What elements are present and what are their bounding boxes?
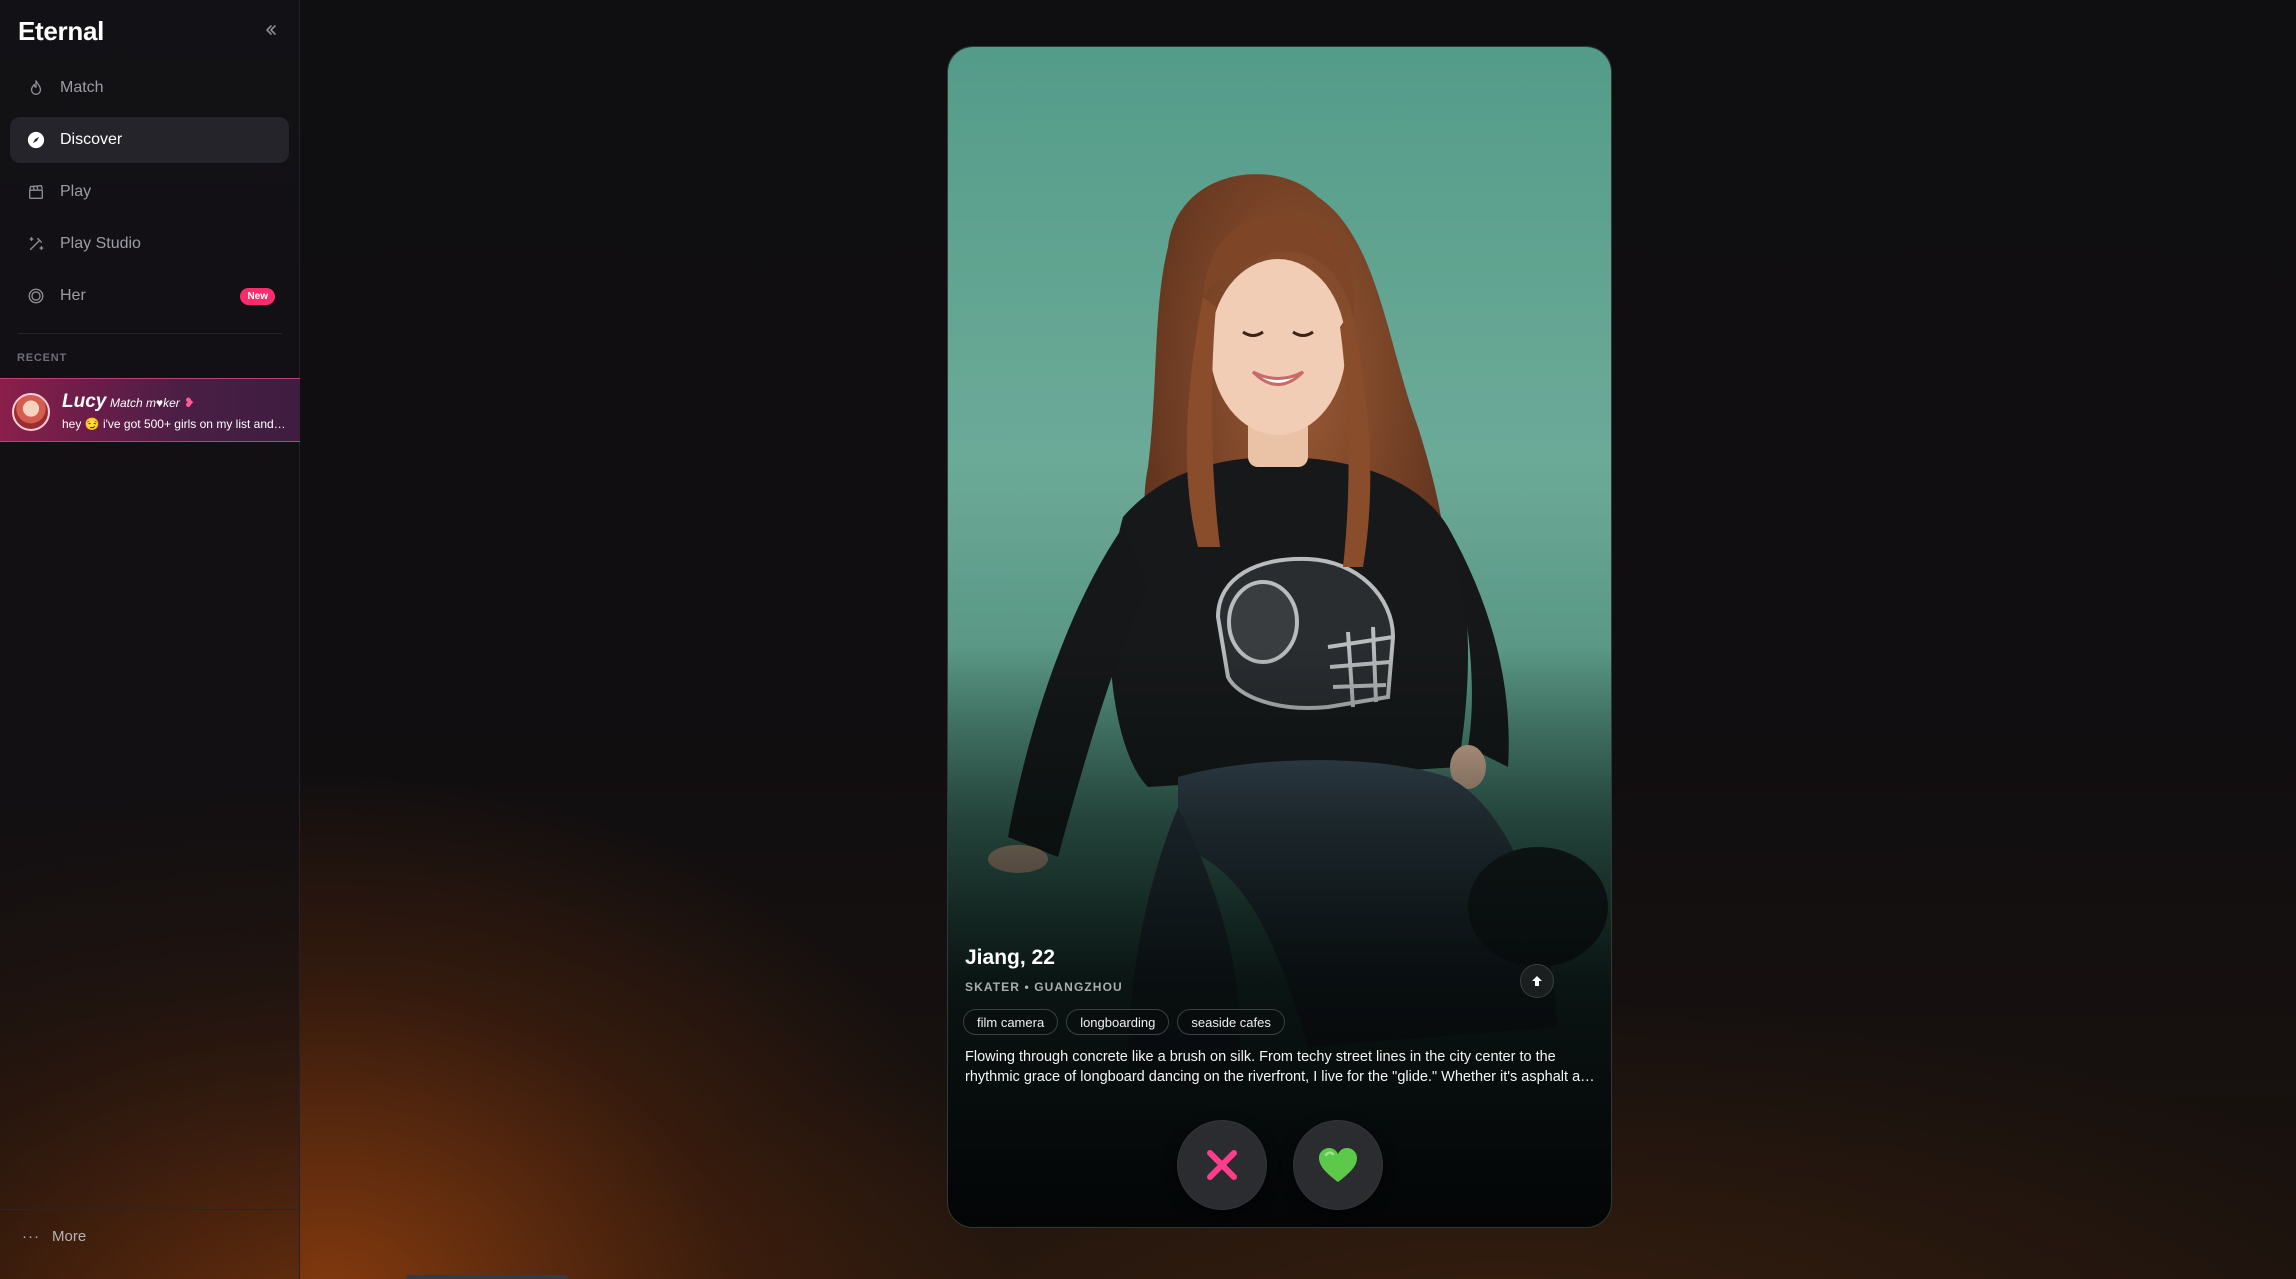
expand-profile-button[interactable] (1520, 964, 1554, 998)
collapse-sidebar-button[interactable] (262, 22, 280, 40)
ring-icon (26, 286, 46, 306)
arrow-up-icon (1532, 976, 1542, 986)
sidebar-divider (18, 333, 282, 334)
nav-item-label: Play Studio (60, 235, 141, 252)
app-logo: Eternal (18, 16, 105, 46)
nav-item-match[interactable]: Match (10, 65, 289, 111)
clapperboard-icon (26, 182, 46, 202)
ellipsis-icon: ··· (22, 1228, 40, 1245)
photo-gradient-overlay (948, 647, 1611, 1227)
avatar (12, 393, 50, 431)
more-label: More (52, 1228, 87, 1245)
interest-tags: film camera longboarding seaside cafes (963, 1009, 1285, 1035)
heart-icon: ❥ (183, 395, 195, 410)
magic-wand-icon (26, 234, 46, 254)
interest-tag: longboarding (1066, 1009, 1170, 1035)
x-icon (1207, 1150, 1237, 1180)
like-button[interactable] (1294, 1121, 1382, 1209)
nav-item-her[interactable]: Her New (10, 273, 289, 319)
nav-item-label: Her (60, 287, 86, 304)
recent-chat-name: Lucy (62, 391, 107, 412)
nav-item-discover[interactable]: Discover (10, 117, 289, 163)
nav-item-label: Discover (60, 131, 123, 148)
heart-icon (1319, 1148, 1357, 1182)
pass-button[interactable] (1178, 1121, 1266, 1209)
sidebar-divider (0, 1209, 300, 1210)
profile-bio: Flowing through concrete like a brush on… (965, 1049, 1585, 1085)
double-chevron-left-icon (266, 25, 276, 35)
profile-subtitle: SKATER • GUANGZHOU (965, 980, 1123, 994)
profile-card[interactable]: Jiang, 22 SKATER • GUANGZHOU film camera… (947, 46, 1612, 1228)
more-button[interactable]: ··· More (22, 1228, 86, 1245)
recent-section-label: RECENT (17, 352, 68, 364)
nav-item-play-studio[interactable]: Play Studio (10, 221, 289, 267)
nav-item-label: Match (60, 79, 104, 96)
interest-tag: seaside cafes (1177, 1009, 1285, 1035)
recent-chat-preview: hey 😏 i've got 500+ girls on my list and… (62, 417, 287, 431)
horizontal-scrollbar[interactable] (406, 1275, 568, 1279)
flame-icon (26, 78, 46, 98)
recent-chat-tag-label: Match m♥ker (110, 396, 180, 410)
compass-icon (26, 130, 46, 150)
sidebar: Eternal Match Discover Play Play Studio … (0, 0, 300, 1279)
recent-chat-item[interactable]: Lucy Match m♥ker ❥ hey 😏 i've got 500+ gi… (0, 378, 300, 442)
recent-chat-tag: Match m♥ker ❥ (110, 395, 195, 411)
interest-tag: film camera (963, 1009, 1059, 1035)
nav-item-label: Play (60, 183, 92, 200)
profile-name-age: Jiang, 22 (965, 946, 1055, 969)
new-badge: New (240, 288, 275, 305)
nav-item-play[interactable]: Play (10, 169, 289, 215)
